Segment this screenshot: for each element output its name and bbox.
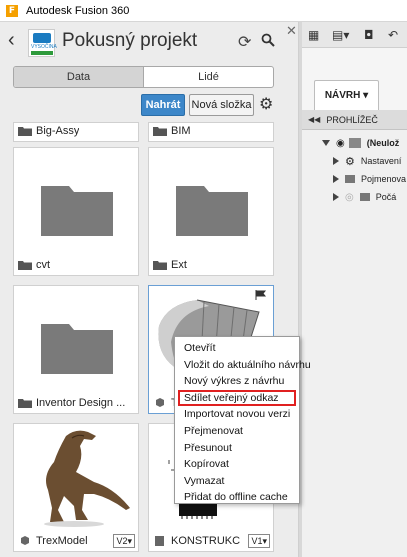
item-name: cvt xyxy=(36,259,51,271)
hidden-eye-icon[interactable]: ◎ xyxy=(345,192,354,203)
tab-people[interactable]: Lidé xyxy=(144,67,273,87)
folder-icon xyxy=(359,193,370,201)
folder-item-ext[interactable]: Ext xyxy=(148,147,274,276)
tree-item-origin[interactable]: ◎ Počá xyxy=(302,188,407,206)
menu-item-move[interactable]: Přesunout xyxy=(175,440,299,457)
project-title: Pokusný projekt xyxy=(62,30,198,51)
undo-icon[interactable]: ↶ xyxy=(388,28,398,42)
tab-data[interactable]: Data xyxy=(14,67,144,87)
item-name: Big-Assy xyxy=(36,125,80,137)
menu-item-offline-cache[interactable]: Přidat do offline cache xyxy=(175,489,299,506)
tree-item-settings[interactable]: ⚙ Nastavení xyxy=(302,152,407,170)
folder-item-cvt[interactable]: cvt xyxy=(13,147,139,276)
item-name: KONSTRUKC xyxy=(171,535,241,547)
file-menu-icon[interactable]: ▤▾ xyxy=(332,28,349,42)
version-badge[interactable]: V1▾ xyxy=(248,534,270,548)
folder-item-bim[interactable]: BIM xyxy=(148,122,274,142)
expand-caret-icon[interactable] xyxy=(333,157,339,165)
workspace-switcher[interactable]: NÁVRH ▾ xyxy=(314,80,379,112)
design-cube-icon xyxy=(156,398,164,407)
folder-item-inventor[interactable]: Inventor Design ... xyxy=(13,285,139,414)
folder-icon xyxy=(18,127,32,136)
folder-icon xyxy=(153,127,167,136)
design-cube-icon xyxy=(21,536,29,545)
grid-menu-icon[interactable]: ▦ xyxy=(308,28,319,42)
folder-icon xyxy=(18,261,32,270)
tree-label: Počá xyxy=(375,192,397,202)
back-chevron-icon[interactable]: ‹ xyxy=(8,30,15,50)
item-name: Ext xyxy=(171,259,187,271)
quick-access-toolbar: ▦ ▤▾ ◘ ↶ xyxy=(302,22,407,48)
upload-button[interactable]: Nahrát xyxy=(141,94,185,116)
drawing-icon xyxy=(155,536,164,546)
fusion-app-icon: F xyxy=(6,4,18,17)
tree-label: Nastavení xyxy=(360,156,402,166)
menu-item-rename[interactable]: Přejmenovat xyxy=(175,423,299,440)
item-name: TrexModel xyxy=(36,535,88,547)
folder-thumbnail-icon xyxy=(41,324,113,374)
version-badge[interactable]: V2▾ xyxy=(113,534,135,548)
refresh-icon[interactable]: ⟳ xyxy=(238,32,251,51)
menu-item-new-drawing[interactable]: Nový výkres z návrhu xyxy=(175,373,299,390)
gear-icon[interactable]: ⚙ xyxy=(259,95,273,113)
workspace-area: ▦ ▤▾ ◘ ↶ NÁVRH ▾ ◀◀ PROHLÍŽEČ ◉ (Neulož … xyxy=(302,22,407,557)
trex-thumbnail xyxy=(44,430,130,527)
folder-item-big-assy[interactable]: Big-Assy xyxy=(13,122,139,142)
tree-label: Pojmenova xyxy=(361,174,407,184)
flag-icon xyxy=(255,290,267,300)
data-panel-header: ‹ VYSOČINA Pokusný projekt ⟳ ✕ xyxy=(0,22,299,62)
browser-header: ◀◀ PROHLÍŽEČ xyxy=(302,110,407,130)
eye-icon[interactable]: ◉ xyxy=(336,138,345,149)
expand-caret-icon[interactable] xyxy=(333,193,339,201)
window-title-bar: F Autodesk Fusion 360 xyxy=(0,0,407,22)
save-icon[interactable]: ◘ xyxy=(364,28,374,42)
folder-thumbnail-icon xyxy=(41,186,113,236)
window-title: Autodesk Fusion 360 xyxy=(26,4,130,17)
menu-item-import-version[interactable]: Importovat novou verzi xyxy=(175,406,299,423)
menu-item-open[interactable]: Otevřít xyxy=(175,340,299,357)
gear-icon: ⚙ xyxy=(345,155,355,168)
menu-item-delete[interactable]: Vymazat xyxy=(175,473,299,490)
project-logo: VYSOČINA xyxy=(28,29,57,57)
menu-item-share-public-link[interactable]: Sdílet veřejný odkaz xyxy=(178,389,296,407)
design-item-trexmodel[interactable]: TrexModel V2▾ xyxy=(13,423,139,552)
tree-root[interactable]: ◉ (Neulož xyxy=(302,134,407,152)
folder-icon xyxy=(345,175,355,183)
search-icon[interactable] xyxy=(261,33,275,47)
item-name: BIM xyxy=(171,125,191,137)
expand-caret-icon[interactable] xyxy=(322,140,330,146)
folder-icon xyxy=(18,399,32,408)
tree-label: (Neulož xyxy=(366,138,400,148)
project-logo-text: VYSOČINA xyxy=(31,44,57,50)
item-name: Inventor Design ... xyxy=(36,397,126,409)
folder-thumbnail-icon xyxy=(176,186,248,236)
tree-item-views[interactable]: Pojmenova xyxy=(302,170,407,188)
expand-caret-icon[interactable] xyxy=(333,175,339,183)
browser-title: PROHLÍŽEČ xyxy=(326,114,378,125)
folder-icon xyxy=(153,261,167,270)
close-icon[interactable]: ✕ xyxy=(286,24,297,39)
new-folder-button[interactable]: Nová složka xyxy=(189,94,254,116)
collapse-icon[interactable]: ◀◀ xyxy=(308,115,320,124)
document-icon xyxy=(348,138,361,148)
menu-item-copy[interactable]: Kopírovat xyxy=(175,456,299,473)
menu-item-insert[interactable]: Vložit do aktuálního návrhu xyxy=(175,357,311,374)
panel-tabs: Data Lidé xyxy=(13,66,274,88)
context-menu: Otevřít Vložit do aktuálního návrhu Nový… xyxy=(174,336,311,506)
